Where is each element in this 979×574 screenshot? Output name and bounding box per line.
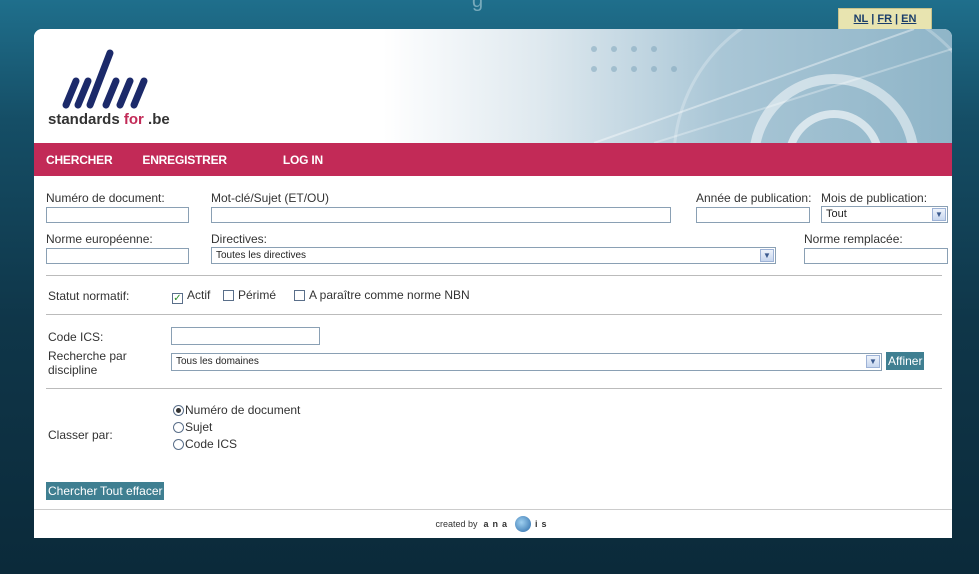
document-number-label: Numéro de document:	[46, 191, 165, 205]
main-nav: CHERCHER ENREGISTRER LOG IN	[34, 143, 952, 176]
discipline-label-line2: discipline	[48, 363, 98, 377]
replaced-norm-input[interactable]	[804, 248, 948, 264]
sort-option-document-label: Numéro de document	[185, 403, 301, 417]
status-active-option[interactable]: ✓ Actif	[172, 288, 210, 304]
nav-search[interactable]: CHERCHER	[46, 153, 113, 167]
lang-fr-link[interactable]: FR	[877, 13, 892, 25]
european-norm-label: Norme européenne:	[46, 232, 153, 246]
logo-suffix: .be	[143, 111, 170, 128]
brand-right: is	[535, 519, 551, 529]
replaced-norm-label: Norme remplacée:	[804, 232, 903, 246]
directives-select[interactable]: Toutes les directives ▼	[211, 247, 776, 264]
sort-option-document[interactable]: Numéro de document	[173, 403, 300, 417]
chevron-down-icon: ▼	[760, 249, 774, 262]
brand-left: ana	[483, 519, 512, 529]
pub-month-select[interactable]: Tout ▼	[821, 206, 948, 223]
search-button[interactable]: Chercher	[46, 482, 100, 500]
pub-month-label: Mois de publication:	[821, 191, 928, 205]
discipline-value: Tous les domaines	[176, 356, 259, 367]
clear-button[interactable]: Tout effacer	[98, 482, 165, 500]
main-panel: standards for .be CHERCHER ENREGISTRER L…	[34, 29, 952, 538]
ics-label: Code ICS:	[48, 330, 104, 344]
refine-button[interactable]: Affiner	[886, 352, 925, 370]
discipline-select[interactable]: Tous les domaines ▼	[171, 353, 882, 371]
sort-option-subject-label: Sujet	[185, 420, 213, 434]
logo-tagline: standards for .be	[48, 111, 170, 128]
lang-nl-link[interactable]: NL	[854, 13, 869, 25]
chevron-down-icon: ▼	[866, 355, 880, 368]
status-expired-label: Périmé	[238, 288, 277, 302]
search-form: Numéro de document: Mot-clé/Sujet (ET/OU…	[34, 176, 952, 506]
globe-icon	[515, 516, 532, 532]
radio-selected-icon[interactable]	[173, 405, 184, 416]
logo-prefix: standards	[48, 111, 124, 128]
footer-created-by: created by	[435, 519, 478, 529]
pub-year-label: Année de publication:	[696, 191, 812, 205]
status-label: Statut normatif:	[48, 289, 130, 303]
status-expired-option[interactable]: Périmé	[223, 288, 276, 302]
keyword-label: Mot-clé/Sujet (ET/OU)	[211, 191, 330, 205]
nav-login[interactable]: LOG IN	[283, 153, 323, 167]
lang-separator: |	[871, 13, 875, 25]
european-norm-input[interactable]	[46, 248, 189, 264]
nav-register[interactable]: ENREGISTRER	[142, 153, 227, 167]
status-active-label: Actif	[187, 288, 211, 302]
sort-option-ics[interactable]: Code ICS	[173, 437, 237, 451]
nbn-logo	[62, 49, 148, 109]
sort-option-ics-label: Code ICS	[185, 437, 238, 451]
checkbox-icon[interactable]	[223, 290, 234, 301]
chevron-down-icon: ▼	[932, 208, 946, 221]
keyword-input[interactable]	[211, 207, 671, 223]
discipline-label-line1: Recherche par	[48, 349, 127, 363]
divider	[46, 388, 942, 389]
status-upcoming-option[interactable]: A paraître comme norme NBN	[294, 288, 470, 302]
pub-year-input[interactable]	[696, 207, 810, 223]
checkbox-checked-icon[interactable]: ✓	[172, 293, 183, 304]
top-decoration: g	[472, 0, 484, 12]
lang-en-link[interactable]: EN	[901, 13, 916, 25]
directives-label: Directives:	[211, 232, 268, 246]
checkbox-icon[interactable]	[294, 290, 305, 301]
pub-month-value: Tout	[826, 208, 847, 220]
sort-label: Classer par:	[48, 428, 113, 442]
radio-icon[interactable]	[173, 439, 184, 450]
divider	[46, 275, 942, 276]
divider	[46, 314, 942, 315]
document-number-input[interactable]	[46, 207, 189, 223]
ics-input[interactable]	[171, 327, 320, 345]
radio-icon[interactable]	[173, 422, 184, 433]
lang-separator: |	[895, 13, 899, 25]
sort-option-subject[interactable]: Sujet	[173, 420, 212, 434]
banner-decoration	[591, 29, 952, 143]
analis-logo: ana is	[484, 516, 551, 532]
header-banner: standards for .be	[34, 29, 952, 143]
logo-for: for	[123, 111, 144, 128]
status-upcoming-label: A paraître comme norme NBN	[309, 288, 470, 302]
directives-value: Toutes les directives	[216, 250, 307, 261]
language-switcher: NL | FR | EN	[838, 8, 932, 29]
footer: created by ana is	[34, 509, 952, 538]
